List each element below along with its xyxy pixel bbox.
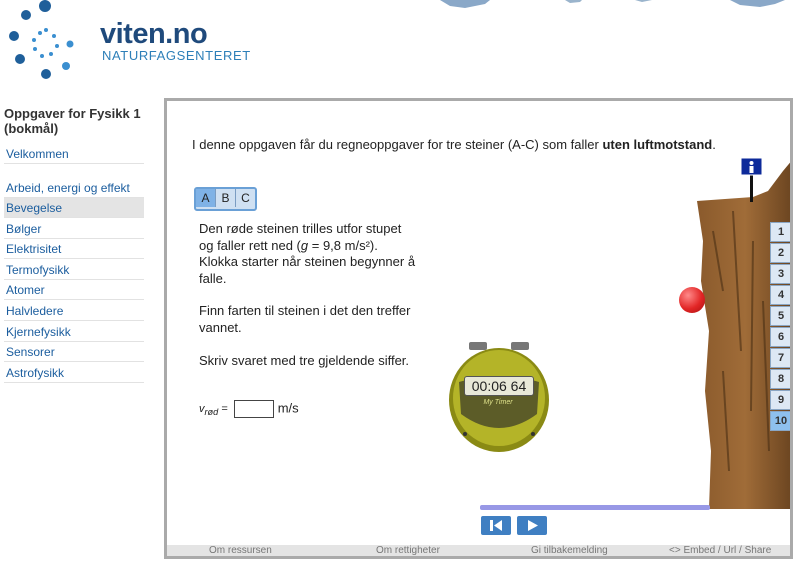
answer-unit: m/s [277, 400, 299, 416]
logo-subtitle: NATURFAGSENTERET [102, 48, 251, 63]
stone-tabs: A B C [194, 187, 257, 211]
sidebar-item-arbeid[interactable]: Arbeid, energi og effekt [4, 178, 144, 198]
site-header: viten.no NATURFAGSENTERET [0, 0, 799, 98]
stopwatch-display: 00:06 64 [464, 376, 534, 396]
sidebar-item-halvledere[interactable]: Halvledere [4, 301, 144, 321]
answer-input[interactable] [233, 400, 274, 418]
logo-dots-icon [9, 0, 74, 79]
intro-emphasis: uten luftmotstand [602, 137, 713, 152]
step-9[interactable]: 9 [770, 390, 790, 410]
footer-link-embed[interactable]: <> Embed / Url / Share [669, 545, 771, 556]
sidebar-item-elektrisitet[interactable]: Elektrisitet [4, 239, 144, 259]
logo-text[interactable]: viten.no [100, 18, 208, 51]
info-icon[interactable] [741, 158, 763, 202]
answer-label: vrød = [199, 403, 228, 418]
footer-link-resources[interactable]: Om ressursen [209, 545, 272, 556]
step-1[interactable]: 1 [770, 222, 790, 242]
sidebar-item-bolger[interactable]: Bølger [4, 219, 144, 239]
intro-text: I denne oppgaven får du regneoppgaver fo… [192, 137, 716, 152]
exercise-panel: I denne oppgaven får du regneoppgaver fo… [164, 98, 793, 559]
sidebar-item-kjernefysikk[interactable]: Kjernefysikk [4, 322, 144, 342]
step-8[interactable]: 8 [770, 369, 790, 389]
sidebar-item-atomer[interactable]: Atomer [4, 280, 144, 300]
step-4[interactable]: 4 [770, 285, 790, 305]
footer-link-rights[interactable]: Om rettigheter [376, 545, 440, 556]
sidebar-item-bevegelse[interactable]: Bevegelse [4, 198, 144, 218]
step-2[interactable]: 2 [770, 243, 790, 263]
step-10[interactable]: 10 [770, 411, 790, 431]
answer-row: vrød = m/s [199, 400, 299, 418]
tab-c[interactable]: C [236, 189, 255, 207]
footer-link-feedback[interactable]: Gi tilbakemelding [531, 545, 608, 556]
rewind-button[interactable] [481, 516, 511, 535]
step-list: 1 2 3 4 5 6 7 8 9 10 [770, 222, 790, 432]
panel-footer: Om ressursen Om rettigheter Gi tilbakeme… [167, 545, 790, 556]
sidebar-title: Oppgaver for Fysikk 1 (bokmål) [4, 106, 141, 136]
step-5[interactable]: 5 [770, 306, 790, 326]
header-decoration [440, 0, 785, 8]
tab-a[interactable]: A [196, 189, 216, 207]
sidebar-item-sensorer[interactable]: Sensorer [4, 342, 144, 362]
play-icon [528, 520, 538, 531]
progress-bar[interactable] [480, 505, 710, 510]
sidebar-item-velkommen[interactable]: Velkommen [4, 144, 144, 164]
sidebar-item-astrofysikk[interactable]: Astrofysikk [4, 363, 144, 383]
step-6[interactable]: 6 [770, 327, 790, 347]
red-stone [679, 287, 705, 313]
sidebar-item-termofysikk[interactable]: Termofysikk [4, 260, 144, 280]
rewind-icon [490, 520, 502, 531]
stopwatch-icon [449, 342, 549, 452]
step-3[interactable]: 3 [770, 264, 790, 284]
stopwatch-brand: My Timer [483, 399, 513, 406]
task-question: Finn farten til steinen i det den treffe… [199, 303, 411, 335]
task-instruction: Skriv svaret med tre gjeldende siffer. [199, 353, 410, 368]
tab-b[interactable]: B [216, 189, 236, 207]
step-7[interactable]: 7 [770, 348, 790, 368]
play-button[interactable] [517, 516, 547, 535]
task-description: Den røde steinen trilles utfor stupet og… [199, 221, 416, 286]
